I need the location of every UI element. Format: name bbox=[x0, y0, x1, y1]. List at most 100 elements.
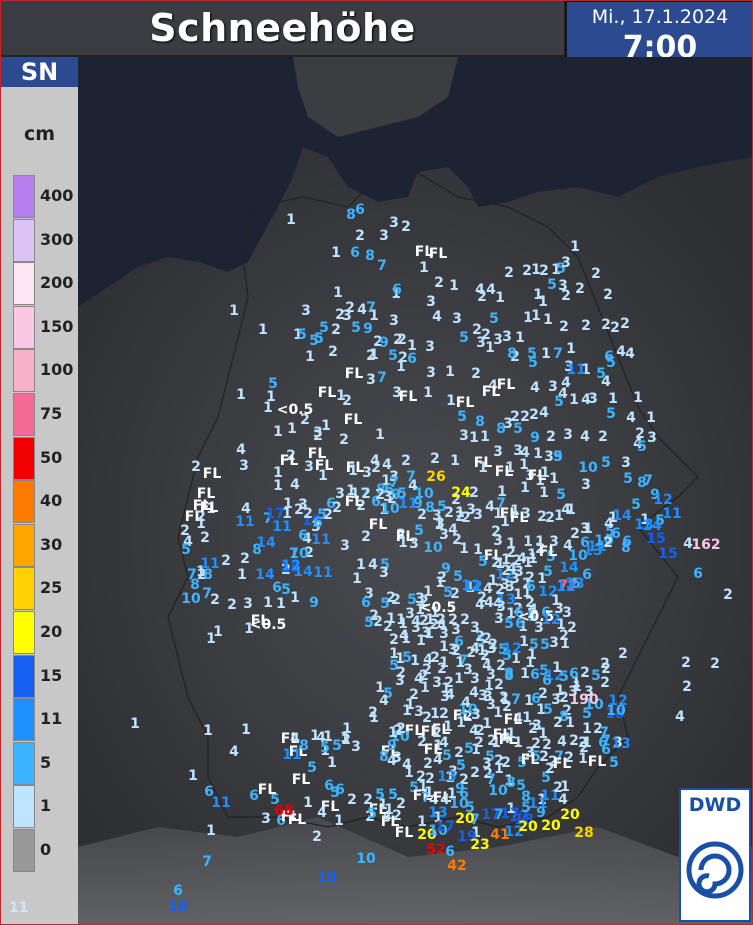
station-value: 1 bbox=[417, 814, 427, 830]
station-value: 1 bbox=[455, 505, 465, 521]
station-value: 2 bbox=[355, 228, 365, 244]
station-value: 6 bbox=[298, 528, 308, 544]
station-value: 11 bbox=[566, 362, 585, 378]
station-value: 3 bbox=[351, 739, 361, 755]
station-value: 1 bbox=[523, 555, 533, 571]
station-value: 2 bbox=[401, 453, 411, 469]
station-value: 2 bbox=[342, 393, 352, 409]
station-value: 2 bbox=[575, 281, 585, 297]
station-value: FL bbox=[482, 384, 501, 400]
station-value: 5 bbox=[464, 741, 474, 757]
station-value: 4 bbox=[368, 557, 378, 573]
station-value: 5 bbox=[459, 330, 469, 346]
station-value: 1 bbox=[348, 463, 358, 479]
station-value: 2 bbox=[439, 706, 449, 722]
station-value: 6 bbox=[598, 735, 608, 751]
station-value: 1 bbox=[480, 429, 490, 445]
station-value: 3 bbox=[304, 459, 314, 475]
legend-label-200: 200 bbox=[40, 273, 74, 293]
station-value: 8 bbox=[190, 577, 200, 593]
station-value: 1 bbox=[375, 427, 385, 443]
station-value: 17 bbox=[435, 819, 454, 835]
legend: SN cm 400 300 200 150 100 75 50 40 30 25 20 15 11 5 1 0… bbox=[1, 57, 78, 924]
station-value: 162 bbox=[691, 537, 720, 553]
station-value: 2 bbox=[610, 320, 620, 336]
station-value: 1 bbox=[469, 430, 479, 446]
station-value: 1 bbox=[533, 446, 543, 462]
station-value: 8 bbox=[507, 346, 517, 362]
station-value: 4 bbox=[557, 734, 567, 750]
station-value: 10 bbox=[380, 501, 400, 517]
legend-label-1: 1 bbox=[40, 796, 52, 816]
station-value: 2 bbox=[332, 500, 342, 516]
legend-swatch-25 bbox=[13, 567, 35, 611]
station-value: 10 bbox=[181, 591, 201, 607]
station-value: 2 bbox=[401, 219, 411, 235]
station-value: FL bbox=[193, 498, 212, 514]
station-value: 1 bbox=[552, 660, 562, 676]
station-value: 2 bbox=[347, 792, 357, 808]
station-value: 6 bbox=[542, 673, 552, 689]
station-value: 6 bbox=[515, 616, 525, 632]
station-value: 5 bbox=[478, 554, 488, 570]
station-value: 5 bbox=[457, 409, 467, 425]
station-value: 4 bbox=[482, 658, 492, 674]
station-value: 3 bbox=[473, 507, 483, 523]
station-value: 2 bbox=[339, 432, 349, 448]
station-value: 2 bbox=[363, 792, 373, 808]
station-value: 5 bbox=[443, 585, 453, 601]
station-value: 1 bbox=[276, 596, 286, 612]
station-value: 2 bbox=[303, 506, 313, 522]
station-value: FL bbox=[399, 389, 418, 405]
legend-label-50: 50 bbox=[40, 447, 63, 467]
station-value: 3 bbox=[549, 635, 559, 651]
legend-swatch-20 bbox=[13, 611, 35, 654]
station-value: 3 bbox=[439, 527, 449, 543]
station-value: 1 bbox=[446, 393, 456, 409]
station-value: 5 bbox=[637, 439, 647, 455]
station-value: 1 bbox=[206, 823, 216, 839]
station-value: 2 bbox=[200, 530, 210, 546]
legend-swatch-1 bbox=[13, 785, 35, 829]
legend-label-75: 75 bbox=[40, 404, 63, 423]
station-value: 4 bbox=[229, 744, 239, 760]
station-value: 13 bbox=[437, 769, 456, 785]
date-label: Mi., 17.1.2024 bbox=[591, 6, 729, 28]
station-value: 1 bbox=[286, 212, 296, 228]
station-value: 5 bbox=[606, 406, 616, 422]
station-value: 3 bbox=[340, 538, 350, 554]
station-value: 2 bbox=[506, 545, 516, 561]
station-value: 1 bbox=[524, 693, 534, 709]
station-value: FL bbox=[318, 385, 337, 401]
station-value: FL bbox=[345, 494, 364, 510]
station-value: 1 bbox=[478, 460, 488, 476]
station-value: 12 bbox=[608, 693, 627, 709]
station-value: 3 bbox=[500, 577, 510, 593]
station-value: 1 bbox=[424, 785, 434, 801]
station-value: 2 bbox=[444, 675, 454, 691]
station-value: 5 bbox=[516, 778, 526, 794]
station-value: 1 bbox=[554, 508, 564, 524]
station-value: 3 bbox=[432, 675, 442, 691]
station-value: 1 bbox=[318, 468, 328, 484]
station-value: 1 bbox=[555, 683, 565, 699]
station-value: 7 bbox=[553, 346, 563, 362]
station-value: 2 bbox=[681, 655, 691, 671]
station-value: 1 bbox=[237, 567, 247, 583]
station-value: 2 bbox=[553, 715, 563, 731]
station-value: 5 bbox=[554, 394, 564, 410]
station-value: 68 bbox=[274, 803, 293, 819]
station-value: 3 bbox=[426, 365, 436, 381]
station-value: 2 bbox=[451, 643, 461, 659]
station-value: 2 bbox=[371, 460, 381, 476]
legend-label-11: 11 bbox=[40, 709, 63, 729]
station-value: 1 bbox=[539, 485, 549, 501]
station-value: 5 bbox=[268, 376, 278, 392]
station-value: 7 bbox=[496, 496, 506, 512]
station-value: 2 bbox=[341, 732, 351, 748]
station-value: 5 bbox=[601, 455, 611, 471]
legend-label-25: 25 bbox=[40, 578, 63, 598]
legend-swatch-15 bbox=[13, 654, 35, 698]
station-value: 2 bbox=[452, 532, 462, 548]
station-value: 11 bbox=[662, 506, 681, 522]
